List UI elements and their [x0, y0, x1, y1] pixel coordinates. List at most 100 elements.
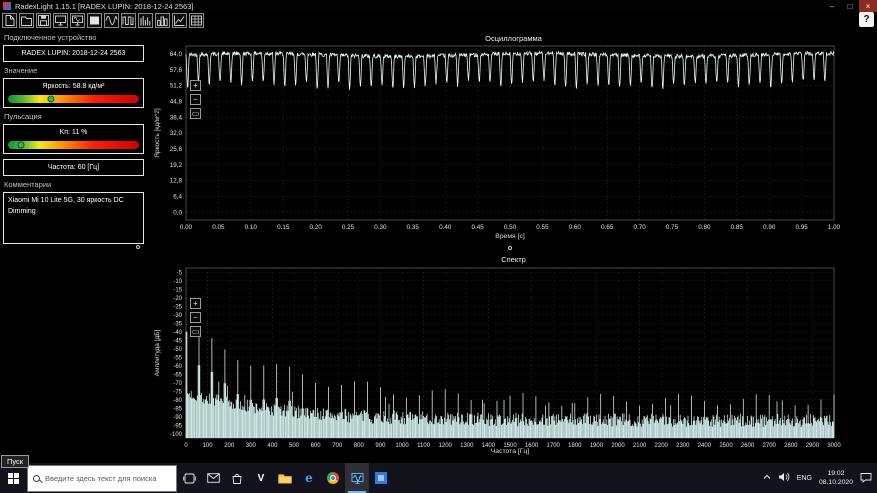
device-value: RADEX LUPIN: 2018-12-24 2563: [5, 50, 142, 57]
spectrum-bars-button[interactable]: [138, 13, 153, 28]
chrome-app[interactable]: [321, 463, 345, 493]
svg-text:0.45: 0.45: [471, 224, 484, 231]
help-button[interactable]: ?: [859, 12, 874, 27]
svg-text:0.20: 0.20: [309, 224, 322, 231]
frequency-box: Частота: 60 [Гц]: [3, 159, 144, 176]
device-section-label: Подключенное устройство: [4, 33, 144, 42]
svg-text:-60: -60: [173, 364, 182, 370]
minimize-button[interactable]: –: [823, 0, 841, 12]
svg-text:0.05: 0.05: [212, 224, 225, 231]
svg-text:-5: -5: [177, 270, 183, 276]
svg-text:-20: -20: [173, 296, 182, 302]
svg-text:2500: 2500: [719, 443, 733, 449]
photos-app[interactable]: [369, 463, 393, 493]
open-file-button[interactable]: [2, 13, 17, 28]
display-button[interactable]: [87, 13, 102, 28]
taskbar-search-input[interactable]: Введите здесь текст для поиска: [27, 465, 177, 492]
svg-text:Амплитуда [дБ]: Амплитуда [дБ]: [154, 329, 161, 376]
svg-text:0.30: 0.30: [374, 224, 387, 231]
svg-text:Частота [Гц]: Частота [Гц]: [491, 448, 530, 455]
save-button[interactable]: [36, 13, 51, 28]
svg-text:-75: -75: [173, 389, 182, 395]
mail-app[interactable]: [201, 463, 225, 493]
tray-expand-chevron-icon[interactable]: [763, 474, 771, 482]
svg-text:-35: -35: [173, 321, 182, 327]
svg-text:Яркость [кд/м^2]: Яркость [кд/м^2]: [154, 108, 161, 158]
svg-text:200: 200: [224, 443, 235, 449]
svg-text:0.00: 0.00: [180, 224, 193, 231]
splitter-grip[interactable]: [508, 246, 512, 250]
zoom-in-button[interactable]: +: [190, 80, 201, 91]
brightness-value: Яркость: 58.8 кд/м²: [8, 83, 139, 90]
oscillogram-chart: 0.000.050.100.150.200.250.300.350.400.45…: [150, 30, 877, 254]
maximize-button[interactable]: □: [841, 0, 859, 12]
svg-text:64,0: 64,0: [170, 51, 183, 58]
svg-text:0.55: 0.55: [536, 224, 549, 231]
svg-text:0,0: 0,0: [173, 209, 182, 216]
action-center-icon[interactable]: [860, 472, 872, 485]
svg-text:700: 700: [332, 443, 343, 449]
svg-text:1900: 1900: [590, 443, 604, 449]
svg-text:0.50: 0.50: [504, 224, 517, 231]
table-button[interactable]: [189, 13, 204, 28]
square-wave-view-button[interactable]: [121, 13, 136, 28]
sine-view-button[interactable]: [104, 13, 119, 28]
svg-text:3000: 3000: [827, 443, 841, 449]
svg-text:1.00: 1.00: [828, 224, 841, 231]
zoom-out-button[interactable]: −: [190, 312, 201, 323]
zoom-region-button[interactable]: ▭: [190, 326, 201, 337]
brightness-scale-bar: [8, 95, 139, 103]
svg-text:-50: -50: [173, 347, 182, 353]
zoom-region-button[interactable]: ▭: [190, 108, 201, 119]
svg-text:-45: -45: [173, 338, 182, 344]
svg-text:12,8: 12,8: [170, 178, 183, 185]
search-placeholder: Введите здесь текст для поиска: [45, 474, 157, 483]
svg-text:-10: -10: [173, 279, 182, 285]
comments-resize-grip[interactable]: [136, 245, 140, 249]
zoom-out-button[interactable]: −: [190, 94, 201, 105]
svg-text:800: 800: [354, 443, 365, 449]
svg-text:2100: 2100: [633, 443, 647, 449]
comments-input[interactable]: Xiaomi Mi 10 Lite 5G, 30 яркость DC Dimm…: [3, 192, 144, 244]
close-button[interactable]: ×: [859, 0, 877, 12]
svg-text:2400: 2400: [698, 443, 712, 449]
svg-text:-85: -85: [173, 406, 182, 412]
svg-text:0.70: 0.70: [633, 224, 646, 231]
svg-text:300: 300: [246, 443, 257, 449]
volume-icon[interactable]: [778, 472, 790, 484]
svg-text:-40: -40: [173, 330, 182, 336]
svg-text:1100: 1100: [417, 443, 431, 449]
svg-text:57,6: 57,6: [170, 67, 183, 74]
svg-text:1000: 1000: [395, 443, 409, 449]
brightness-marker: [48, 96, 55, 103]
language-indicator[interactable]: ENG: [797, 475, 812, 482]
file-explorer-app[interactable]: [273, 463, 297, 493]
svg-text:2000: 2000: [611, 443, 625, 449]
svg-text:900: 900: [375, 443, 386, 449]
toolbar: [2, 13, 204, 29]
brightness-box: Яркость: 58.8 кд/м²: [3, 78, 144, 108]
svg-text:0.40: 0.40: [439, 224, 452, 231]
svg-text:600: 600: [311, 443, 322, 449]
pulsation-value: Kп: 11 %: [8, 129, 139, 136]
svg-text:0.95: 0.95: [795, 224, 808, 231]
svg-text:500: 500: [289, 443, 300, 449]
task-view-button[interactable]: [177, 463, 201, 493]
device-monitor-button[interactable]: [53, 13, 68, 28]
v-app[interactable]: V: [249, 463, 273, 493]
tray-clock[interactable]: 19:02 08.10.2020: [819, 469, 853, 487]
svg-text:Спектр: Спектр: [501, 255, 526, 264]
histogram-button[interactable]: [155, 13, 170, 28]
store-app[interactable]: [225, 463, 249, 493]
svg-text:-30: -30: [173, 313, 182, 319]
svg-text:1300: 1300: [460, 443, 474, 449]
zoom-in-button[interactable]: +: [190, 298, 201, 309]
open-folder-button[interactable]: [19, 13, 34, 28]
pulsation-section-label: Пульсация: [4, 112, 144, 121]
edge-app[interactable]: e: [297, 463, 321, 493]
svg-text:-80: -80: [173, 398, 182, 404]
chart-button[interactable]: [172, 13, 187, 28]
device-box: RADEX LUPIN: 2018-12-24 2563: [3, 45, 144, 62]
radexlight-app[interactable]: [345, 463, 369, 493]
device-wave-button[interactable]: [70, 13, 85, 28]
